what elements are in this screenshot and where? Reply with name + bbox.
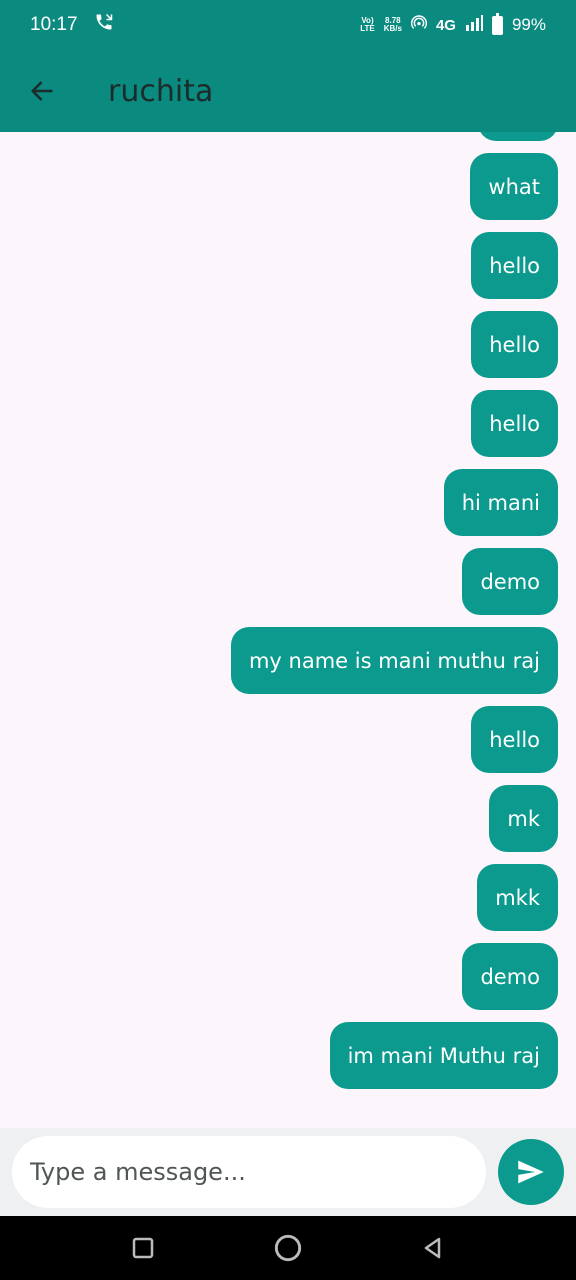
app-bar: ruchita: [0, 50, 576, 132]
network-speed: 8.78 KB/s: [383, 16, 402, 33]
send-icon: [518, 1160, 544, 1184]
message-bubble[interactable]: hello: [471, 390, 558, 457]
message-bubble[interactable]: demo: [462, 943, 558, 1010]
message-bubble[interactable]: im mani Muthu raj: [329, 1022, 558, 1089]
arrow-left-icon: [31, 81, 53, 101]
circle-icon: [274, 1234, 302, 1262]
composer: [0, 1128, 576, 1216]
message-list-inner: galy what hello hello hello hi mani demo my nam…: [18, 132, 558, 1089]
message-input-container: [12, 1136, 486, 1208]
message-bubble[interactable]: hello: [471, 311, 558, 378]
volte-indicator: Vo) LTE: [360, 16, 375, 33]
network-type: 4G: [435, 16, 456, 34]
message-bubble[interactable]: galy: [477, 132, 558, 141]
message-bubble[interactable]: demo: [462, 548, 558, 615]
status-right: Vo) LTE 8.78 KB/s 4G 99%: [360, 12, 546, 36]
battery-level: 99%: [511, 15, 546, 34]
status-bar: 10:17 Vo) LTE 8.78 KB/s 4G 99%: [0, 0, 576, 50]
message-bubble[interactable]: what: [470, 153, 558, 220]
status-time: 10:17: [30, 14, 78, 35]
triangle-back-icon: [425, 1237, 441, 1259]
message-bubble[interactable]: hello: [471, 706, 558, 773]
back-button[interactable]: [26, 75, 58, 107]
message-bubble[interactable]: mkk: [477, 864, 558, 931]
message-bubble[interactable]: mk: [489, 785, 558, 852]
signal-icon: [465, 14, 483, 36]
message-bubble[interactable]: hi mani: [443, 469, 558, 536]
square-icon: [132, 1237, 153, 1259]
battery-icon: [491, 12, 503, 35]
message-list[interactable]: galy what hello hello hello hi mani demo my nam…: [0, 132, 576, 1128]
system-nav-bar: [0, 1216, 576, 1280]
recents-button[interactable]: [123, 1228, 163, 1268]
hotspot-icon: [410, 14, 427, 36]
message-bubble[interactable]: my name is mani muthu raj: [230, 627, 558, 694]
message-input[interactable]: [30, 1158, 486, 1186]
back-nav-button[interactable]: [413, 1228, 453, 1268]
message-bubble[interactable]: hello: [471, 232, 558, 299]
status-left: 10:17: [30, 12, 114, 38]
home-button[interactable]: [268, 1228, 308, 1268]
phone-call-icon: [94, 12, 114, 38]
chat-title: ruchita: [108, 73, 214, 109]
send-button[interactable]: [498, 1139, 564, 1205]
